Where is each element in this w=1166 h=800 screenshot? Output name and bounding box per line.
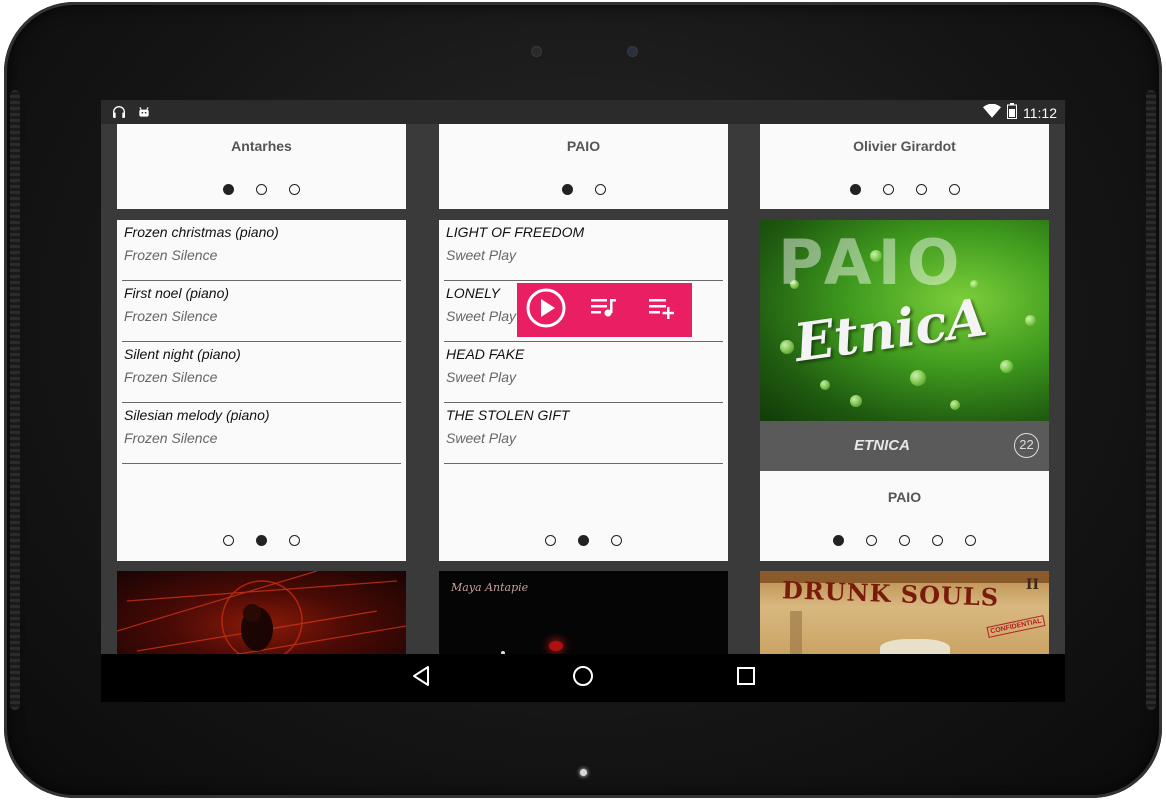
track-row[interactable]: Silesian melody (piano) Frozen Silence — [122, 403, 401, 464]
page-dot[interactable] — [561, 184, 573, 195]
track-title: First noel (piano) — [124, 285, 230, 301]
track-row[interactable]: HEAD FAKE Sweet Play — [444, 342, 723, 403]
track-title: Frozen christmas (piano) — [124, 224, 279, 240]
track-action-popup — [517, 283, 692, 337]
page-dot[interactable] — [611, 535, 622, 546]
page-dot[interactable] — [256, 535, 267, 546]
home-icon — [572, 665, 594, 692]
track-title: Silesian melody (piano) — [124, 407, 270, 423]
recents-button[interactable] — [733, 665, 759, 691]
page-indicator — [439, 535, 728, 546]
track-title: LIGHT OF FREEDOM — [446, 224, 585, 240]
album-info-bar: ETNICA 22 — [760, 421, 1049, 471]
track-album: Frozen Silence — [124, 308, 218, 324]
track-album: Frozen Silence — [124, 247, 218, 263]
play-icon — [525, 287, 567, 334]
navigation-bar — [101, 654, 1065, 702]
track-row[interactable]: LIGHT OF FREEDOM Sweet Play — [444, 220, 723, 281]
play-button[interactable] — [517, 283, 575, 337]
page-dot[interactable] — [915, 184, 927, 195]
track-row[interactable]: Frozen christmas (piano) Frozen Silence — [122, 220, 401, 281]
track-count-badge: 22 — [1014, 433, 1039, 458]
album-art-script: EtnicA — [790, 286, 991, 375]
left-grip — [10, 90, 20, 710]
headphones-icon — [111, 104, 127, 125]
page-indicator — [760, 184, 1049, 195]
album-name: ETNICA — [854, 437, 910, 454]
status-bar: 11:12 — [101, 100, 1065, 124]
album-thumbnail[interactable]: DRUNK SOULS II CONFIDENTIAL — [760, 571, 1049, 654]
queue-button[interactable] — [575, 283, 633, 337]
main-content[interactable]: Antarhes Frozen christmas (piano) Frozen… — [101, 124, 1065, 654]
page-dot[interactable] — [578, 535, 589, 546]
page-dot[interactable] — [899, 535, 910, 546]
track-row[interactable]: THE STOLEN GIFT Sweet Play — [444, 403, 723, 464]
track-title: HEAD FAKE — [446, 346, 525, 362]
album-thumbnail[interactable] — [117, 571, 406, 654]
add-to-playlist-button[interactable] — [633, 283, 691, 337]
page-dot[interactable] — [545, 535, 556, 546]
track-album: Sweet Play — [446, 369, 517, 385]
front-camera — [628, 47, 637, 56]
page-dot[interactable] — [833, 535, 844, 546]
track-title: LONELY — [446, 285, 500, 301]
track-album: Sweet Play — [446, 308, 517, 324]
artist-name: Antarhes — [231, 138, 292, 154]
page-indicator — [439, 184, 728, 195]
page-dot[interactable] — [256, 184, 267, 195]
page-dot[interactable] — [223, 184, 234, 195]
page-dot[interactable] — [223, 535, 234, 546]
tracks-card-antarhes: Frozen christmas (piano) Frozen Silence … — [117, 220, 406, 561]
track-title: THE STOLEN GIFT — [446, 407, 570, 423]
thumbnail-caption: DRUNK SOULS — [781, 575, 1000, 612]
thumbnail-stamp: CONFIDENTIAL — [986, 615, 1046, 638]
page-dot[interactable] — [849, 184, 861, 195]
page-dot[interactable] — [289, 535, 300, 546]
track-album: Sweet Play — [446, 247, 517, 263]
page-dot[interactable] — [932, 535, 943, 546]
thumbnail-caption: Maya Antapie — [451, 581, 529, 594]
album-artist: PAIO — [887, 489, 922, 505]
playlist-add-icon — [648, 296, 676, 325]
page-dot[interactable] — [866, 535, 877, 546]
home-led — [580, 769, 587, 776]
artist-card-paio[interactable]: PAIO — [439, 124, 728, 209]
page-indicator — [117, 184, 406, 195]
album-cover[interactable]: PAIO EtnicA — [760, 220, 1049, 421]
battery-icon — [1007, 103, 1017, 122]
track-row[interactable]: Silent night (piano) Frozen Silence — [122, 342, 401, 403]
back-icon — [411, 665, 431, 692]
android-icon — [137, 105, 151, 124]
tracks-card-paio: LIGHT OF FREEDOM Sweet Play LONELY Sweet… — [439, 220, 728, 561]
page-dot[interactable] — [594, 184, 606, 195]
album-art-title: PAIO — [778, 226, 966, 299]
page-dot[interactable] — [882, 184, 894, 195]
track-title: Silent night (piano) — [124, 346, 241, 362]
right-grip — [1146, 90, 1156, 710]
track-album: Frozen Silence — [124, 369, 218, 385]
back-button[interactable] — [408, 665, 434, 691]
artist-card-antarhes[interactable]: Antarhes — [117, 124, 406, 209]
page-dot[interactable] — [965, 535, 976, 546]
clock: 11:12 — [1023, 104, 1057, 121]
wifi-icon — [983, 103, 1001, 121]
track-album: Frozen Silence — [124, 430, 218, 446]
page-dot[interactable] — [948, 184, 960, 195]
artist-name: PAIO — [566, 138, 601, 154]
recents-icon — [737, 666, 755, 690]
page-indicator — [117, 535, 406, 546]
screen: 11:12 Antarhes Frozen christmas (piano) … — [101, 100, 1065, 702]
page-dot[interactable] — [289, 184, 300, 195]
artist-name: Olivier Girardot — [853, 138, 956, 154]
page-indicator — [760, 535, 1049, 546]
artist-card-olivier-girardot[interactable]: Olivier Girardot — [760, 124, 1049, 209]
track-row[interactable]: First noel (piano) Frozen Silence — [122, 281, 401, 342]
album-thumbnail[interactable]: Maya Antapie — [439, 571, 728, 654]
queue-music-icon — [590, 296, 618, 325]
sensor — [532, 47, 541, 56]
home-button[interactable] — [570, 665, 596, 691]
track-album: Sweet Play — [446, 430, 517, 446]
thumbnail-badge: II — [1025, 577, 1039, 593]
album-card-etnica[interactable]: PAIO EtnicA ETNICA 22 PAIO — [760, 220, 1049, 561]
